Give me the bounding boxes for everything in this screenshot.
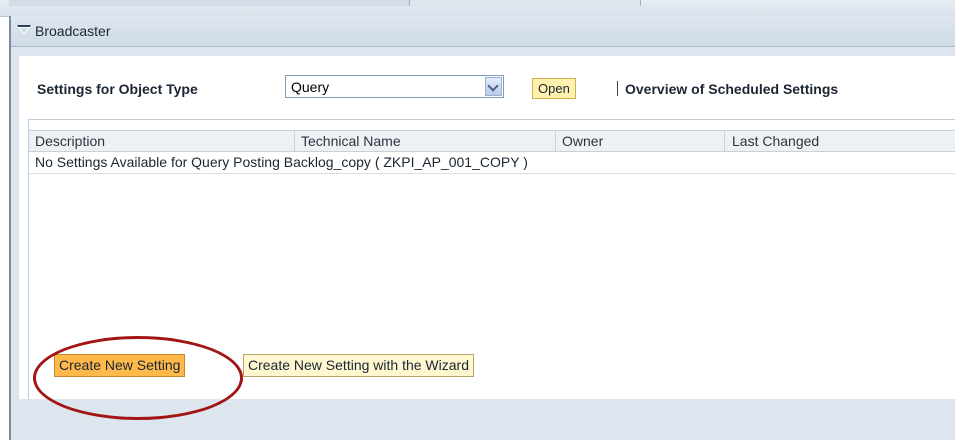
column-header-owner[interactable]: Owner — [562, 133, 603, 149]
table-header: Description Technical Name Owner Last Ch… — [29, 130, 955, 152]
top-tab-right — [410, 0, 641, 6]
object-type-select[interactable]: Query — [285, 75, 504, 98]
column-header-description[interactable]: Description — [35, 133, 105, 149]
collapse-triangle-fill-icon — [18, 27, 30, 35]
column-header-technical-name[interactable]: Technical Name — [301, 133, 401, 149]
overview-scheduled-settings-link[interactable]: Overview of Scheduled Settings — [625, 81, 838, 97]
chevron-down-icon — [487, 80, 499, 92]
column-separator — [724, 131, 725, 152]
create-new-setting-button[interactable]: Create New Setting — [54, 354, 186, 377]
broadcaster-panel: Broadcaster Settings for Object Type Que… — [9, 16, 955, 440]
column-separator — [555, 131, 556, 152]
column-header-last-changed[interactable]: Last Changed — [732, 133, 819, 149]
top-tab-strip — [0, 0, 955, 17]
separator — [617, 81, 618, 96]
panel-title: Broadcaster — [35, 23, 111, 39]
table-row: No Settings Available for Query Posting … — [29, 152, 955, 174]
settings-object-type-label: Settings for Object Type — [37, 81, 198, 97]
object-type-value: Query — [291, 79, 330, 95]
table-row-message: No Settings Available for Query Posting … — [35, 154, 528, 170]
column-separator — [294, 131, 295, 152]
panel-header[interactable]: Broadcaster — [11, 16, 955, 47]
dropdown-button[interactable] — [485, 77, 502, 96]
create-new-setting-wizard-button[interactable]: Create New Setting with the Wizard — [243, 354, 474, 377]
panel-content: Settings for Object Type Query Open Over… — [19, 56, 955, 420]
top-tab-left — [9, 0, 410, 6]
open-button[interactable]: Open — [532, 78, 576, 99]
